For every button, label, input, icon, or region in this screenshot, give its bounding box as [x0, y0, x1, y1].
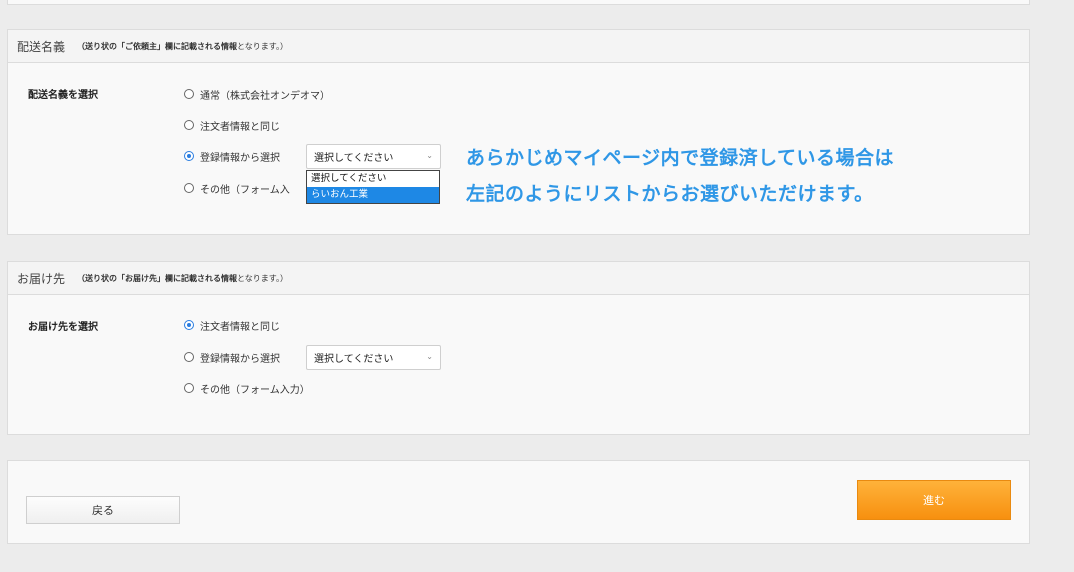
- select-value: 選択してください: [314, 354, 394, 365]
- chevron-down-icon: ⌄: [426, 352, 433, 361]
- next-button[interactable]: 進む: [857, 480, 1011, 520]
- delivery-field-label: お届け先を選択: [28, 322, 98, 333]
- previous-panel-edge: [7, 0, 1030, 5]
- sender-note-bold: （送り状の「ご依頼主」欄に記載される情報: [77, 41, 238, 51]
- sender-option-label: その他（フォーム入: [200, 184, 290, 196]
- radio-icon[interactable]: [184, 383, 194, 393]
- sender-option-label: 注文者情報と同じ: [200, 121, 280, 133]
- delivery-section-title: お届け先: [17, 271, 66, 286]
- dropdown-option-selected[interactable]: らいおん工業: [307, 187, 439, 203]
- delivery-option-same-as-orderer[interactable]: 注文者情報と同じ: [184, 317, 280, 333]
- sender-note-tail: となります。）: [237, 41, 288, 51]
- radio-icon[interactable]: [184, 183, 194, 193]
- sender-registered-select[interactable]: 選択してください ⌄: [306, 144, 441, 169]
- delivery-section-note: （送り状の「お届け先」欄に記載される情報となります。）: [77, 273, 288, 284]
- sender-section-note: （送り状の「ご依頼主」欄に記載される情報となります。）: [77, 41, 288, 52]
- callout-line-2: 左記のようにリストからお選びいただけます。: [466, 183, 874, 205]
- radio-icon[interactable]: [184, 120, 194, 130]
- chevron-down-icon: ⌄: [426, 151, 433, 160]
- radio-checked-icon[interactable]: [184, 151, 194, 161]
- delivery-note-bold: （送り状の「お届け先」欄に記載される情報: [77, 273, 238, 283]
- sender-field-label: 配送名義を選択: [28, 90, 98, 101]
- sender-section-title: 配送名義: [17, 39, 66, 54]
- delivery-registered-select[interactable]: 選択してください ⌄: [306, 345, 441, 370]
- back-button[interactable]: 戻る: [26, 496, 180, 524]
- sender-option-other[interactable]: その他（フォーム入: [184, 180, 290, 196]
- callout-line-1: あらかじめマイページ内で登録済している場合は: [466, 147, 895, 169]
- delivery-option-label: 登録情報から選択: [200, 353, 280, 365]
- sender-option-same-as-orderer[interactable]: 注文者情報と同じ: [184, 117, 280, 133]
- delivery-panel: お届け先 （送り状の「お届け先」欄に記載される情報となります。）: [7, 261, 1030, 435]
- sender-option-registered[interactable]: 登録情報から選択: [184, 148, 280, 164]
- radio-icon[interactable]: [184, 89, 194, 99]
- radio-checked-icon[interactable]: [184, 320, 194, 330]
- delivery-option-registered[interactable]: 登録情報から選択: [184, 349, 280, 365]
- delivery-section-header: お届け先 （送り状の「お届け先」欄に記載される情報となります。）: [8, 262, 1029, 295]
- sender-option-normal[interactable]: 通常（株式会社オンデオマ）: [184, 86, 330, 102]
- sender-option-label: 登録情報から選択: [200, 152, 280, 164]
- sender-select-dropdown: 選択してください らいおん工業: [306, 170, 440, 204]
- sender-section-header: 配送名義 （送り状の「ご依頼主」欄に記載される情報となります。）: [8, 30, 1029, 63]
- sender-option-label: 通常（株式会社オンデオマ）: [200, 90, 330, 102]
- delivery-option-label: 注文者情報と同じ: [200, 321, 280, 333]
- delivery-option-other[interactable]: その他（フォーム入力）: [184, 380, 310, 396]
- select-value: 選択してください: [314, 153, 394, 164]
- delivery-note-tail: となります。）: [237, 273, 288, 283]
- delivery-option-label: その他（フォーム入力）: [200, 384, 310, 396]
- dropdown-option[interactable]: 選択してください: [307, 171, 439, 187]
- radio-icon[interactable]: [184, 352, 194, 362]
